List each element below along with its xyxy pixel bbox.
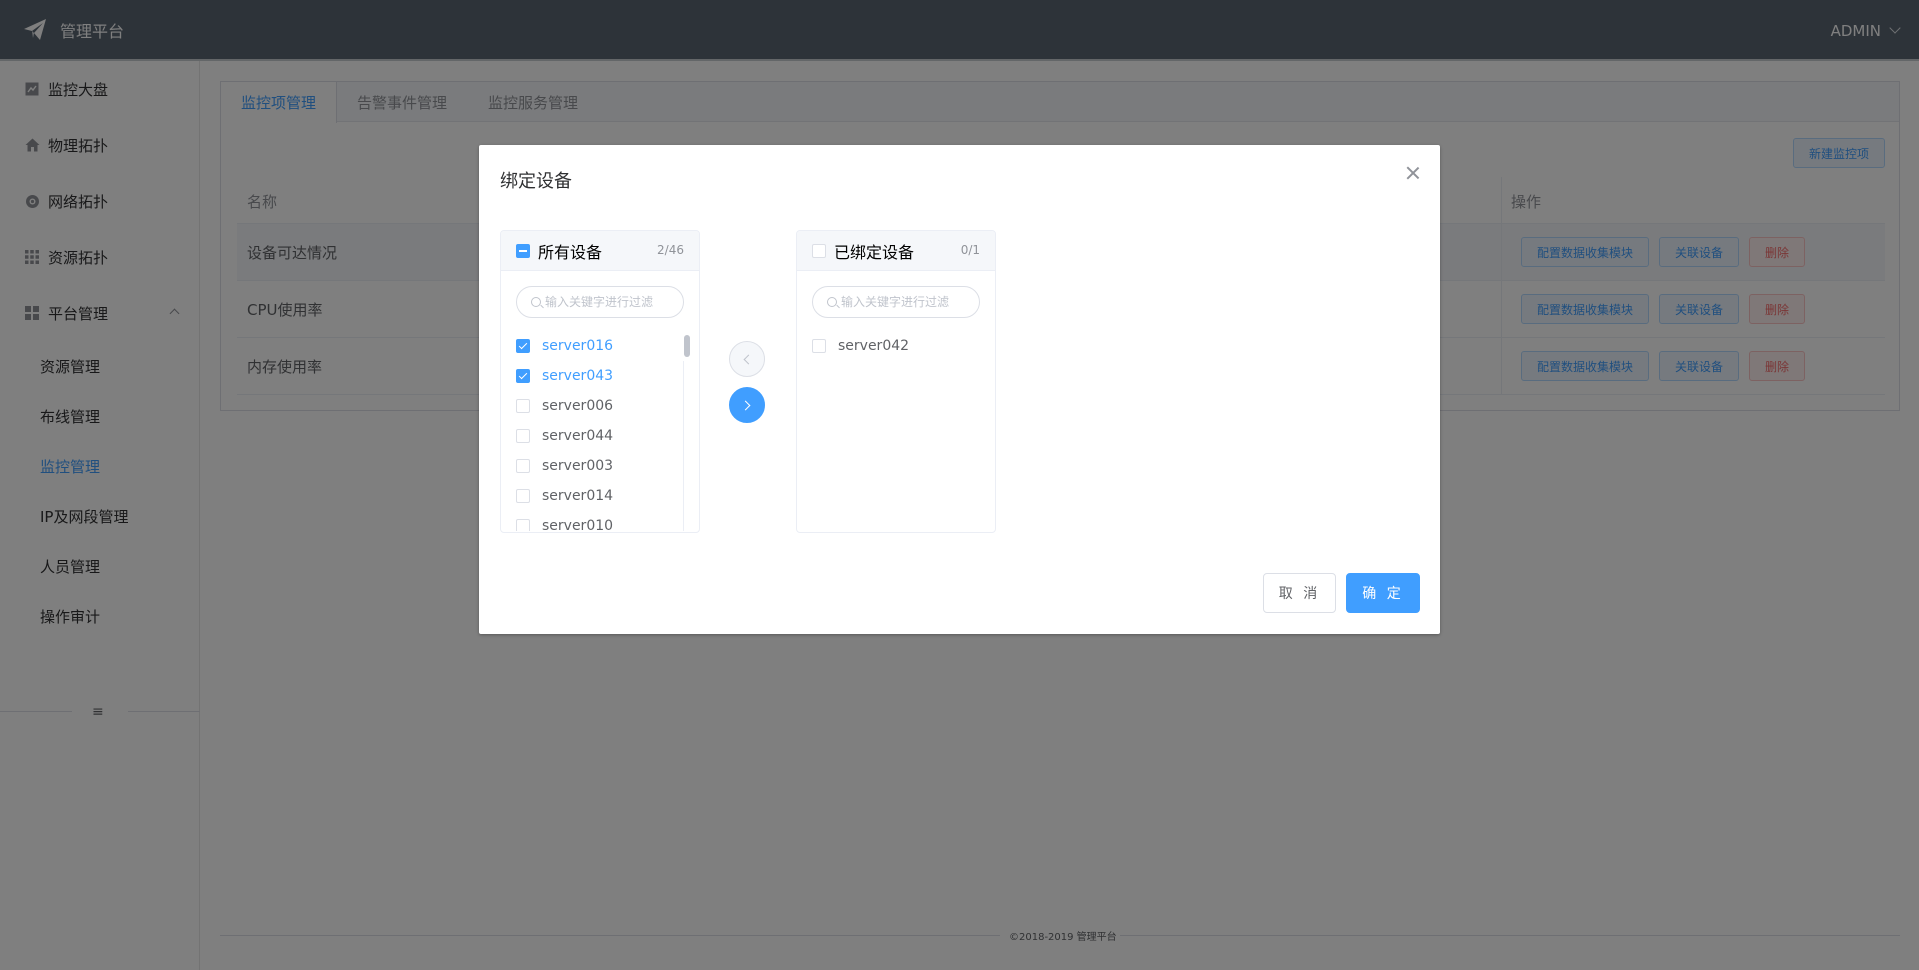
item-label: server042	[838, 338, 910, 354]
scrollbar-track	[683, 361, 684, 531]
scrollbar-thumb[interactable]	[684, 335, 690, 357]
item-label: server006	[542, 398, 614, 414]
item-label: server043	[542, 368, 614, 384]
list-item[interactable]: server010	[501, 511, 687, 531]
item-label: server014	[542, 488, 614, 504]
transfer-panel-target: 已绑定设备 0/1 server042	[796, 230, 996, 533]
dialog-title: 绑定设备	[500, 171, 572, 192]
select-all-checkbox[interactable]	[812, 243, 826, 258]
search-icon	[827, 297, 837, 307]
list-item[interactable]: server043	[501, 361, 687, 391]
target-list: server042	[797, 331, 983, 531]
target-filter-input[interactable]	[841, 295, 971, 309]
list-item[interactable]: server044	[501, 421, 687, 451]
chevron-left-icon	[743, 354, 754, 364]
item-checkbox[interactable]	[516, 519, 530, 531]
confirm-button[interactable]: 确 定	[1346, 573, 1420, 613]
list-item[interactable]: server003	[501, 451, 687, 481]
source-filter	[516, 286, 684, 318]
scrollbar[interactable]	[683, 335, 690, 531]
select-all-checkbox[interactable]	[516, 243, 530, 258]
transfer-panel-source: 所有设备 2/46 server016 server043 server006 …	[500, 230, 700, 533]
item-label: server003	[542, 458, 614, 474]
item-label: server044	[542, 428, 614, 444]
item-checkbox[interactable]	[516, 369, 530, 383]
source-list: server016 server043 server006 server044 …	[501, 331, 687, 531]
item-checkbox[interactable]	[516, 339, 530, 353]
move-right-button[interactable]	[729, 387, 765, 423]
chevron-right-icon	[740, 400, 751, 410]
panel-title: 已绑定设备	[834, 242, 915, 262]
close-icon[interactable]	[1405, 165, 1421, 181]
list-item[interactable]: server006	[501, 391, 687, 421]
item-checkbox[interactable]	[516, 429, 530, 443]
item-checkbox[interactable]	[516, 459, 530, 473]
item-checkbox[interactable]	[516, 399, 530, 413]
list-item[interactable]: server016	[501, 331, 687, 361]
item-checkbox[interactable]	[812, 339, 826, 353]
source-filter-input[interactable]	[545, 295, 675, 309]
cancel-button[interactable]: 取 消	[1263, 573, 1336, 613]
panel-header: 所有设备 2/46	[501, 231, 699, 271]
search-icon	[531, 297, 541, 307]
item-checkbox[interactable]	[516, 489, 530, 503]
panel-title: 所有设备	[538, 242, 603, 262]
target-filter	[812, 286, 980, 318]
move-left-button[interactable]	[729, 341, 765, 377]
bind-devices-dialog: 绑定设备 所有设备 2/46 server016 server043 serve…	[479, 145, 1440, 634]
panel-count: 2/46	[657, 243, 684, 257]
list-item[interactable]: server042	[797, 331, 983, 361]
panel-count: 0/1	[960, 243, 980, 257]
list-item[interactable]: server014	[501, 481, 687, 511]
panel-header: 已绑定设备 0/1	[797, 231, 995, 271]
item-label: server010	[542, 518, 614, 531]
item-label: server016	[542, 338, 614, 354]
